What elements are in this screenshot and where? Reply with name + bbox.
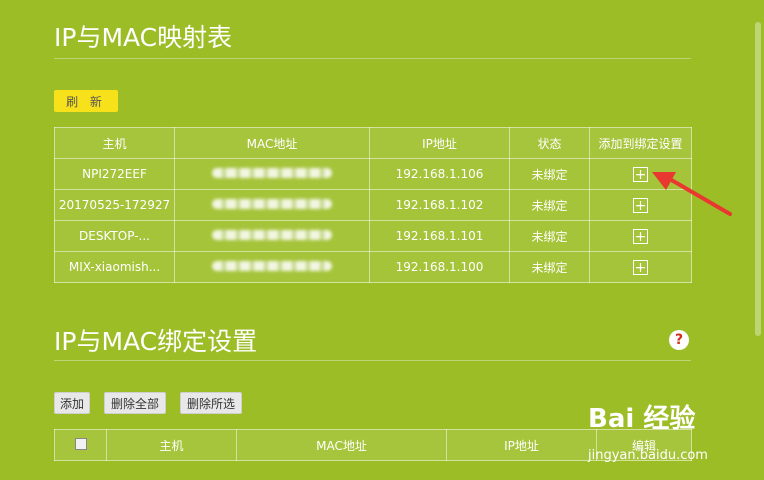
column-header-status: 状态 [509,127,590,159]
select-all-cell [54,429,107,461]
blurred-mac [212,230,332,240]
watermark-logo-text: Bai 经验 [588,404,696,434]
annotation-arrow-icon [652,172,732,216]
column-header-mac: MAC地址 [174,127,370,159]
watermark-url: jingyan.baidu.com [588,448,708,463]
table-row: NPI272EEF 192.168.1.106 未绑定 + [54,158,692,190]
add-button[interactable]: 添加 [54,392,90,414]
column-header-host: 主机 [54,127,175,159]
binding-section-title: IP与MAC绑定设置 [54,327,258,356]
add-binding-plus-icon[interactable]: + [633,197,648,213]
delete-all-button[interactable]: 删除全部 [104,392,166,414]
host-cell: 20170525-172927 [54,189,175,221]
ip-cell: 192.168.1.106 [369,158,510,190]
column-header-add-to-binding: 添加到绑定设置 [589,127,692,159]
status-cell: 未绑定 [509,158,590,190]
blurred-mac [212,168,332,178]
refresh-button[interactable]: 刷 新 [54,90,118,112]
mac-cell [174,189,370,221]
mapping-header-row: 主机 MAC地址 IP地址 状态 添加到绑定设置 [54,127,692,159]
add-binding-plus-icon[interactable]: + [633,259,648,275]
ip-cell: 192.168.1.100 [369,251,510,283]
mac-cell [174,158,370,190]
mapping-table: 主机 MAC地址 IP地址 状态 添加到绑定设置 NPI272EEF 192.1… [54,127,692,283]
mac-cell [174,251,370,283]
action-cell: + [589,220,692,252]
status-cell: 未绑定 [509,220,590,252]
mapping-divider [54,58,691,59]
help-icon[interactable]: ? [669,330,689,350]
delete-selected-button[interactable]: 删除所选 [180,392,242,414]
blurred-mac [212,199,332,209]
host-cell: DESKTOP-... [54,220,175,252]
add-binding-plus-icon[interactable]: + [633,166,648,182]
column-header-host: 主机 [106,429,237,461]
ip-cell: 192.168.1.101 [369,220,510,252]
select-all-checkbox[interactable] [74,437,87,450]
table-row: 20170525-172927 192.168.1.102 未绑定 + [54,189,692,221]
column-header-mac: MAC地址 [236,429,447,461]
blurred-mac [212,261,332,271]
column-header-ip: IP地址 [369,127,510,159]
add-binding-plus-icon[interactable]: + [633,228,648,244]
baidu-jingyan-watermark: Bai 经验 jingyan.baidu.com [588,398,764,480]
host-cell: MIX-xiaomish... [54,251,175,283]
table-row: DESKTOP-... 192.168.1.101 未绑定 + [54,220,692,252]
status-cell: 未绑定 [509,189,590,221]
table-row: MIX-xiaomish... 192.168.1.100 未绑定 + [54,251,692,283]
ip-cell: 192.168.1.102 [369,189,510,221]
host-cell: NPI272EEF [54,158,175,190]
action-cell: + [589,251,692,283]
mac-cell [174,220,370,252]
column-header-ip: IP地址 [446,429,597,461]
vertical-scrollbar[interactable] [755,22,761,336]
status-cell: 未绑定 [509,251,590,283]
binding-divider [54,360,691,361]
mapping-section-title: IP与MAC映射表 [54,23,233,52]
